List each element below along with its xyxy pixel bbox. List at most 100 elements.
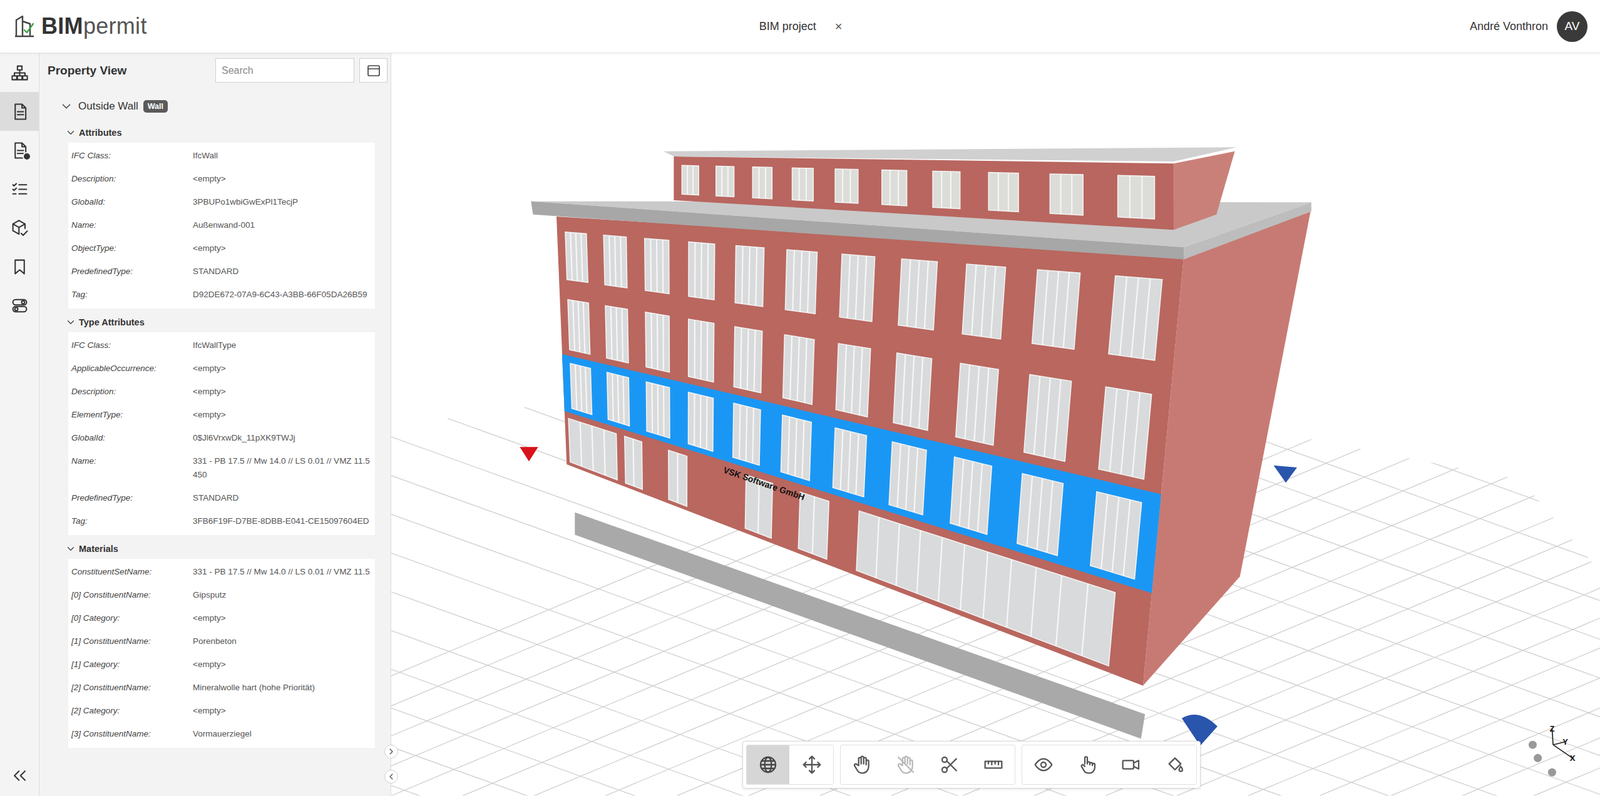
property-row: ElementType: <empty> (68, 403, 375, 427)
tool-button[interactable] (972, 745, 1015, 785)
logo-strong: BIM (41, 13, 84, 39)
property-list: ConstituentSetName: 331 - PB 17.5 // Mw … (68, 558, 375, 749)
hand-hide-icon (895, 754, 916, 775)
globe-icon (758, 754, 779, 775)
property-row: ConstituentSetName: 331 - PB 17.5 // Mw … (68, 560, 375, 584)
rail-item[interactable] (0, 130, 39, 170)
tool-group (746, 744, 834, 785)
panel-layout-icon (366, 63, 382, 79)
property-value: <empty> (192, 384, 370, 399)
property-label: Description: (71, 172, 193, 186)
close-project-button[interactable]: × (835, 19, 843, 34)
property-label: ApplicableOccurrence: (71, 361, 193, 376)
tool-button[interactable] (1109, 745, 1153, 785)
eye-icon (1033, 754, 1054, 775)
property-value: D92DE672-07A9-6C43-A3BB-66F05DA26B59 (192, 287, 370, 302)
property-value: Porenbeton (192, 634, 370, 649)
property-value: Außenwand-001 (192, 218, 370, 233)
panel-title: Property View (47, 63, 211, 78)
avatar[interactable]: AV (1556, 11, 1588, 42)
project-title: BIM project (759, 20, 817, 34)
property-row: Tag: D92DE672-07A9-6C43-A3BB-66F05DA26B5… (68, 282, 375, 307)
collapse-button[interactable] (0, 756, 39, 795)
property-row: Description: <empty> (68, 379, 375, 404)
property-value: IfcWall (192, 148, 370, 163)
property-row: ObjectType: <empty> (68, 236, 375, 260)
property-section: Type Attributes IFC Class: IfcWallTypeAp… (65, 312, 375, 536)
viewer-toolbar (742, 741, 1201, 789)
property-value: <empty> (192, 408, 370, 422)
rail-item[interactable] (0, 286, 39, 325)
rail-item[interactable] (0, 53, 39, 93)
property-label: ConstituentSetName: (71, 565, 193, 580)
property-label: [2] ConstituentName: (71, 681, 193, 695)
property-list: IFC Class: IfcWallTypeApplicableOccurren… (68, 332, 375, 536)
rail-item[interactable] (0, 208, 39, 248)
section-header[interactable]: Attributes (65, 122, 375, 143)
search-input[interactable] (215, 58, 355, 83)
property-value: 3FB6F19F-D7BE-8DBB-E041-CE15097604ED (192, 514, 370, 529)
workspace: Property View Outside Wall Wall Attribut… (0, 53, 1600, 796)
property-label: Name: (71, 454, 193, 483)
camera-marker-red[interactable] (519, 446, 538, 462)
rail-item[interactable] (0, 169, 39, 209)
expand-panel-button[interactable] (384, 744, 399, 759)
chevron-down-icon (65, 127, 77, 139)
move-icon (801, 754, 822, 775)
project-tab[interactable]: BIM project × (759, 19, 843, 34)
model-viewport[interactable]: VSK Software GmbH ZYX (391, 53, 1600, 796)
settings-icon (10, 296, 29, 315)
tool-button[interactable] (1022, 745, 1065, 785)
tool-button[interactable] (884, 745, 928, 785)
3d-scene[interactable]: VSK Software GmbH ZYX (391, 53, 1600, 796)
property-label: PredefinedType: (71, 491, 193, 506)
tool-button[interactable] (746, 745, 790, 785)
property-value: <empty> (192, 704, 370, 718)
property-label: Tag: (71, 514, 193, 529)
property-label: [0] ConstituentName: (71, 588, 193, 603)
axis-gizmo[interactable]: ZYX (1528, 724, 1576, 777)
property-row: ApplicableOccurrence: <empty> (68, 356, 375, 380)
tool-button[interactable] (1066, 745, 1109, 785)
bookmark-icon (10, 257, 29, 277)
property-row: GlobalId: 3PBUPo1wbiGwExPl1TecjP (68, 190, 375, 214)
element-name: Outside Wall (78, 100, 139, 113)
property-value: <empty> (192, 611, 370, 626)
section-title: Type Attributes (78, 317, 145, 328)
property-label: [1] Category: (71, 657, 193, 672)
camera-marker-blue[interactable] (1273, 465, 1298, 484)
property-row: Tag: 3FB6F19F-D7BE-8DBB-E041-CE15097604E… (68, 509, 375, 533)
shrink-panel-button[interactable] (384, 769, 399, 784)
chevron-down-icon (65, 316, 77, 329)
property-value: 0$Jl6VrxwDk_11pXK9TWJj (192, 431, 370, 446)
rail-item[interactable] (0, 247, 39, 287)
tool-button[interactable] (1153, 745, 1197, 785)
tool-button[interactable] (790, 745, 834, 785)
tool-button[interactable] (840, 745, 884, 785)
element-row[interactable]: Outside Wall Wall (59, 93, 375, 119)
chevron-down-icon (59, 99, 74, 114)
section-header[interactable]: Type Attributes (65, 312, 375, 333)
property-label: GlobalId: (71, 431, 193, 446)
checklist-icon (10, 180, 29, 199)
section-header[interactable]: Materials (65, 538, 375, 559)
user-menu[interactable]: André Vonthron AV (841, 11, 1588, 42)
property-value: STANDARD (192, 264, 370, 279)
building[interactable]: VSK Software GmbH (530, 147, 1312, 686)
property-value: Mineralwolle hart (hohe Priorität) (192, 681, 370, 695)
rail-item[interactable] (0, 92, 39, 131)
tool-group (840, 744, 1016, 785)
layout-button[interactable] (359, 58, 388, 83)
property-label: Tag: (71, 287, 193, 302)
double-chevron-left-icon (10, 766, 29, 785)
element-type-badge: Wall (143, 100, 168, 113)
property-label: ElementType: (71, 408, 193, 422)
logo[interactable]: BIMpermit (13, 13, 760, 40)
side-rail (0, 53, 40, 796)
chevron-left-icon (386, 771, 397, 782)
property-panel: Property View Outside Wall Wall Attribut… (39, 53, 392, 796)
property-value: <empty> (192, 361, 370, 376)
axis-label: X (1569, 753, 1576, 764)
paint-icon (1164, 754, 1185, 775)
tool-button[interactable] (928, 745, 971, 785)
